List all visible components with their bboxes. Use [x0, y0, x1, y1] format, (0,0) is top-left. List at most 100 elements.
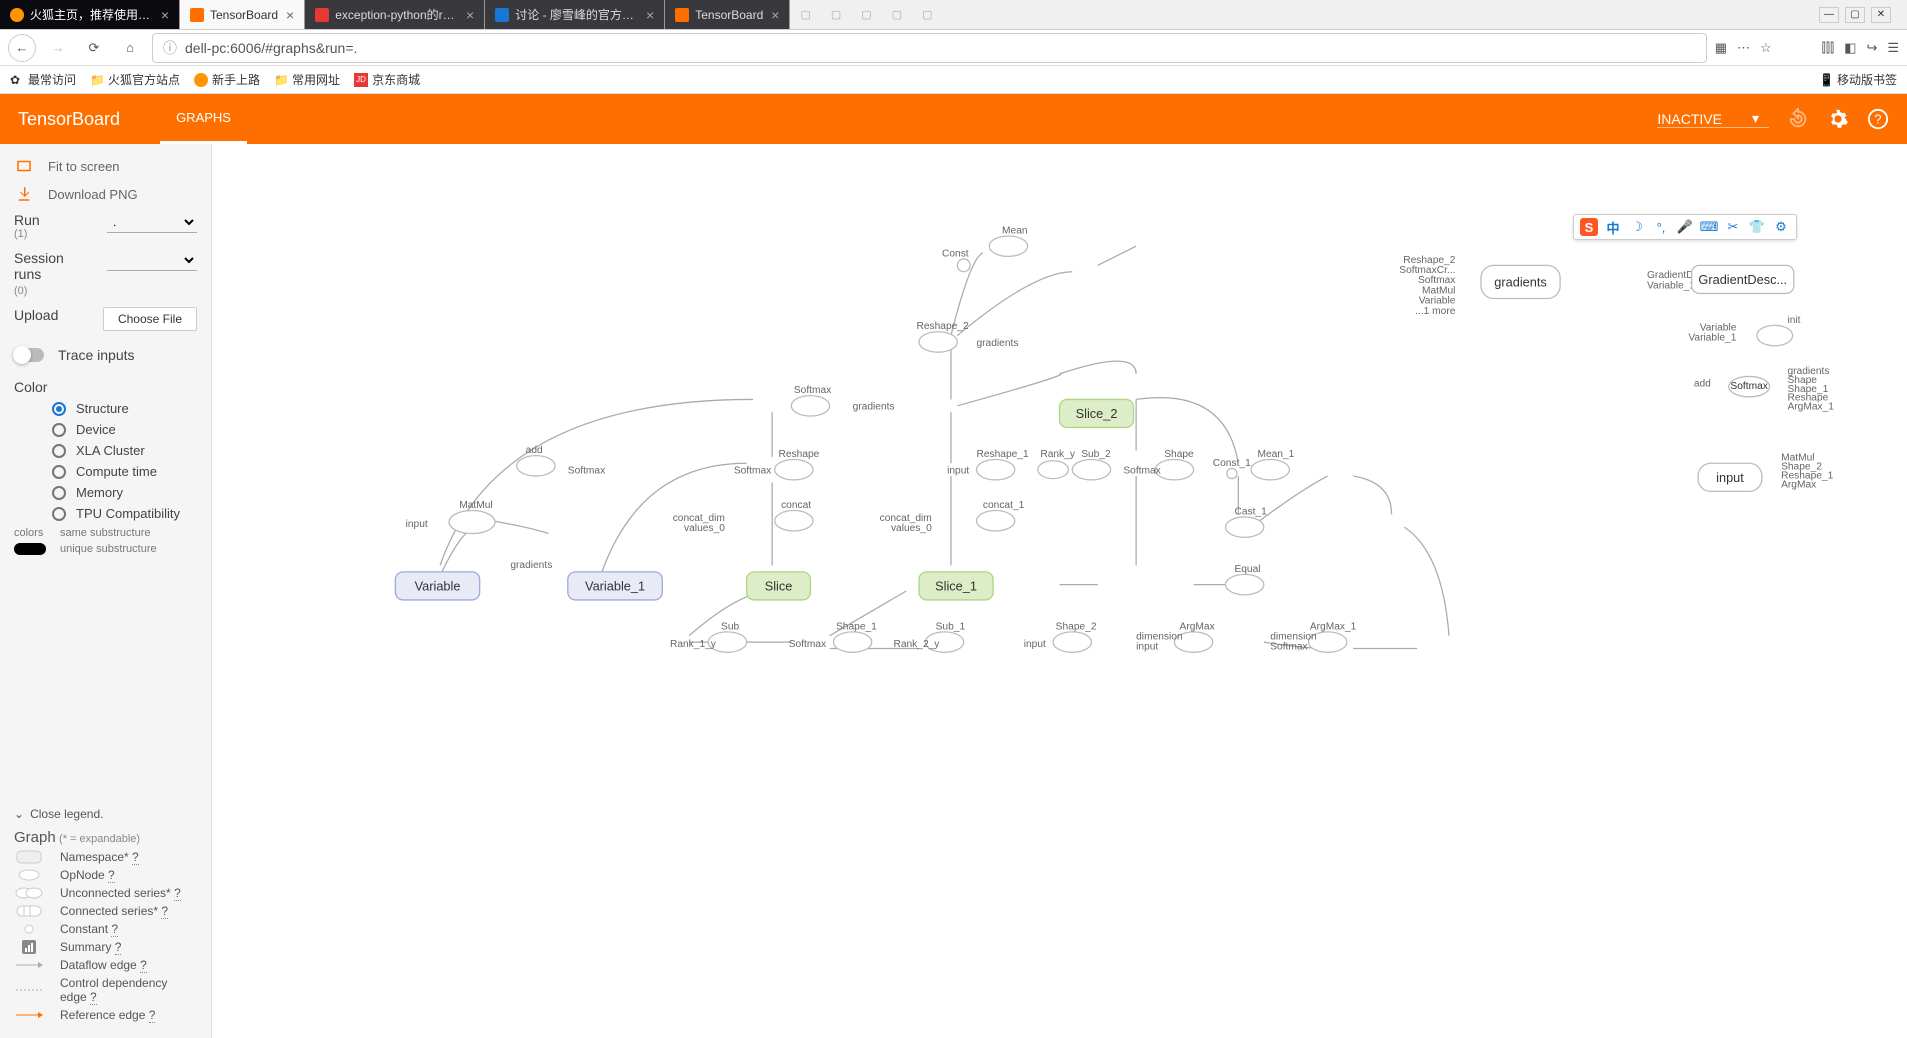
radio-label: Compute time	[76, 464, 157, 479]
help-icon[interactable]: ?	[149, 1008, 156, 1023]
run-select[interactable]: .	[107, 212, 197, 233]
background-window[interactable]: ▢	[831, 8, 841, 21]
sidebar-icon[interactable]: ◧	[1844, 40, 1856, 56]
gear-icon[interactable]	[1827, 108, 1849, 130]
download-icon	[14, 184, 34, 204]
close-legend-toggle[interactable]: ⌄ Close legend.	[14, 807, 197, 821]
ime-scissors-icon[interactable]: ✂	[1724, 218, 1742, 236]
help-icon[interactable]: ?	[132, 850, 139, 865]
svg-text:Shape_2: Shape_2	[1056, 621, 1097, 632]
svg-text:?: ?	[1874, 112, 1881, 127]
qr-icon[interactable]: ▦	[1715, 40, 1727, 56]
ime-punct-icon[interactable]: °,	[1652, 218, 1670, 236]
ime-keyboard-icon[interactable]: ⌨	[1700, 218, 1718, 236]
bookmark-label: 新手上路	[212, 71, 260, 88]
ime-toolbar[interactable]: S 中 ☽ °, 🎤 ⌨ ✂ 👕 ⚙	[1573, 214, 1797, 240]
reload-icon[interactable]	[1787, 108, 1809, 130]
url-bar[interactable]: ⓘ dell-pc:6006/#graphs&run=.	[152, 33, 1707, 63]
download-png-row[interactable]: Download PNG	[14, 184, 197, 204]
home-button[interactable]: ⌂	[116, 34, 144, 62]
svg-text:ArgMax: ArgMax	[1180, 621, 1215, 632]
fit-icon	[14, 156, 34, 176]
background-window[interactable]: ▢	[861, 8, 871, 21]
info-icon[interactable]: ⓘ	[163, 38, 177, 58]
background-window[interactable]: ▢	[922, 8, 932, 21]
radio-compute[interactable]: Compute time	[14, 464, 197, 479]
mobile-bookmarks[interactable]: 📱移动版书签	[1819, 71, 1897, 88]
close-icon[interactable]: ×	[161, 7, 169, 23]
forward-button[interactable]: →	[44, 34, 72, 62]
namespace-icon	[14, 850, 44, 864]
help-icon[interactable]: ?	[108, 868, 115, 883]
help-icon[interactable]: ?	[161, 904, 168, 919]
back-button[interactable]: ←	[8, 34, 36, 62]
upload-label: Upload	[14, 307, 58, 323]
bookmark-item[interactable]: 新手上路	[194, 71, 260, 88]
legend-control: Control dependency edge ?	[14, 976, 197, 1004]
radio-label: Memory	[76, 485, 123, 500]
minimize-button[interactable]: —	[1819, 7, 1839, 23]
trace-toggle[interactable]	[14, 348, 44, 362]
ime-lang-icon[interactable]: 中	[1604, 218, 1622, 236]
tab-graphs[interactable]: GRAPHS	[160, 94, 247, 144]
session-select[interactable]	[107, 250, 197, 271]
bookmark-item[interactable]: JD京东商城	[354, 71, 420, 88]
more-icon[interactable]: ⋯	[1737, 40, 1750, 56]
help-icon[interactable]: ?	[90, 990, 97, 1005]
browser-tab-active[interactable]: TensorBoard ×	[180, 0, 305, 29]
graph-canvas[interactable]: Variable MatMul input add Softmax Variab…	[212, 144, 1907, 1038]
fit-to-screen-row[interactable]: Fit to screen	[14, 156, 197, 176]
svg-text:concat: concat	[781, 500, 811, 511]
bookmark-item[interactable]: 📁火狐官方站点	[90, 71, 180, 88]
trace-inputs-row: Trace inputs	[14, 347, 197, 363]
browser-tab[interactable]: exception-python的requests ×	[305, 0, 485, 29]
help-icon[interactable]: ?	[140, 958, 147, 973]
help-icon[interactable]: ?	[111, 922, 118, 937]
choose-file-button[interactable]: Choose File	[103, 307, 197, 331]
sync-icon[interactable]: ↪	[1866, 40, 1877, 56]
background-window[interactable]: ▢	[800, 8, 810, 21]
ime-settings-icon[interactable]: ⚙	[1772, 218, 1790, 236]
help-icon[interactable]: ?	[1867, 108, 1889, 130]
bookmark-label: 火狐官方站点	[108, 71, 180, 88]
background-window[interactable]: ▢	[892, 8, 902, 21]
ime-mic-icon[interactable]: 🎤	[1676, 218, 1694, 236]
radio-icon	[52, 423, 66, 437]
star-icon[interactable]: ☆	[1760, 40, 1772, 56]
browser-tab[interactable]: 火狐主页，推荐使用 Firefox ×	[0, 0, 180, 29]
bookmark-item[interactable]: ✿最常访问	[10, 71, 76, 88]
bookmark-item[interactable]: 📁常用网址	[274, 71, 340, 88]
menu-icon[interactable]: ☰	[1887, 40, 1899, 56]
status-dropdown[interactable]: INACTIVE ▾	[1657, 110, 1769, 128]
library-icon[interactable]: ⫿⫿⫿	[1822, 40, 1834, 56]
close-button[interactable]: ✕	[1871, 7, 1891, 23]
close-legend-label: Close legend.	[30, 807, 103, 821]
svg-text:Const_1: Const_1	[1213, 458, 1251, 469]
close-icon[interactable]: ×	[646, 7, 654, 23]
svg-text:GradientDesc...: GradientDesc...	[1698, 272, 1787, 287]
close-icon[interactable]: ×	[771, 7, 779, 23]
radio-device[interactable]: Device	[14, 422, 197, 437]
svg-text:Softmax: Softmax	[568, 466, 605, 477]
bookmark-label: 最常访问	[28, 71, 76, 88]
help-icon[interactable]: ?	[174, 886, 181, 901]
close-icon[interactable]: ×	[286, 7, 294, 23]
close-icon[interactable]: ×	[466, 7, 474, 23]
radio-label: Device	[76, 422, 116, 437]
ime-moon-icon[interactable]: ☽	[1628, 218, 1646, 236]
help-icon[interactable]: ?	[115, 940, 122, 955]
radio-memory[interactable]: Memory	[14, 485, 197, 500]
browser-tab[interactable]: TensorBoard ×	[665, 0, 790, 29]
reload-button[interactable]: ⟳	[80, 34, 108, 62]
ime-skin-icon[interactable]: 👕	[1748, 218, 1766, 236]
browser-tab[interactable]: 讨论 - 廖雪峰的官方网站 ×	[485, 0, 665, 29]
trace-label: Trace inputs	[58, 347, 135, 363]
legend-opnode: OpNode ?	[14, 868, 197, 882]
svg-text:Softmax: Softmax	[734, 466, 771, 477]
sidebar: Fit to screen Download PNG Run (1) . Ses…	[0, 144, 212, 1038]
radio-xla[interactable]: XLA Cluster	[14, 443, 197, 458]
radio-structure[interactable]: Structure	[14, 401, 197, 416]
radio-tpu[interactable]: TPU Compatibility	[14, 506, 197, 521]
maximize-button[interactable]: ▢	[1845, 7, 1865, 23]
sogou-icon[interactable]: S	[1580, 218, 1598, 236]
